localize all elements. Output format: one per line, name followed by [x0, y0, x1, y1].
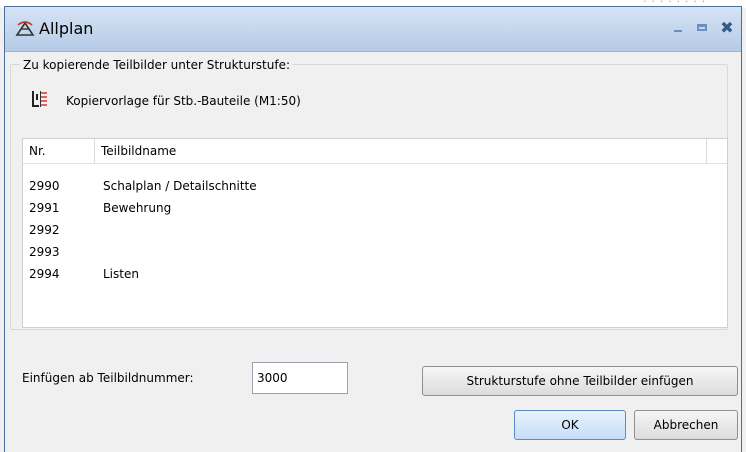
title-bar[interactable]: Allplan ✖: [5, 7, 741, 52]
window-title: Allplan: [39, 19, 94, 38]
structure-template-icon: [30, 90, 48, 110]
row-nr: 2990: [29, 179, 60, 193]
list-header: Nr. Teilbildname: [23, 139, 727, 164]
row-nr: 2993: [29, 245, 60, 259]
table-row[interactable]: 2990 Schalplan / Detailschnitte: [23, 175, 727, 197]
column-header-nr[interactable]: Nr.: [23, 139, 95, 163]
minimize-icon[interactable]: [669, 19, 689, 37]
group-label: Zu kopierende Teilbilder unter Strukturs…: [20, 58, 293, 72]
allplan-app-icon: [15, 19, 35, 37]
insert-structure-level-button[interactable]: Strukturstufe ohne Teilbilder einfügen: [422, 366, 738, 396]
row-nr: 2991: [29, 201, 60, 215]
table-row[interactable]: 2993: [23, 241, 727, 263]
teilbild-list[interactable]: Nr. Teilbildname 2990 Schalplan / Detail…: [22, 138, 728, 328]
template-label: Kopiervorlage für Stb.-Bauteile (M1:50): [66, 94, 301, 108]
table-row[interactable]: 2992: [23, 219, 727, 241]
table-row[interactable]: 2994 Listen: [23, 263, 727, 285]
row-name: Bewehrung: [103, 201, 172, 215]
insert-number-input[interactable]: [252, 362, 348, 394]
table-row[interactable]: 2991 Bewehrung: [23, 197, 727, 219]
row-name: Schalplan / Detailschnitte: [103, 179, 257, 193]
row-nr: 2992: [29, 223, 60, 237]
insert-number-label: Einfügen ab Teilbildnummer:: [22, 371, 194, 385]
column-header-teilbildname[interactable]: Teilbildname: [95, 139, 707, 163]
row-nr: 2994: [29, 267, 60, 281]
row-name: Listen: [103, 267, 139, 281]
close-icon[interactable]: ✖: [717, 19, 737, 37]
cancel-button[interactable]: Abbrechen: [634, 410, 738, 440]
ok-button[interactable]: OK: [514, 410, 626, 440]
maximize-icon[interactable]: [693, 19, 713, 37]
